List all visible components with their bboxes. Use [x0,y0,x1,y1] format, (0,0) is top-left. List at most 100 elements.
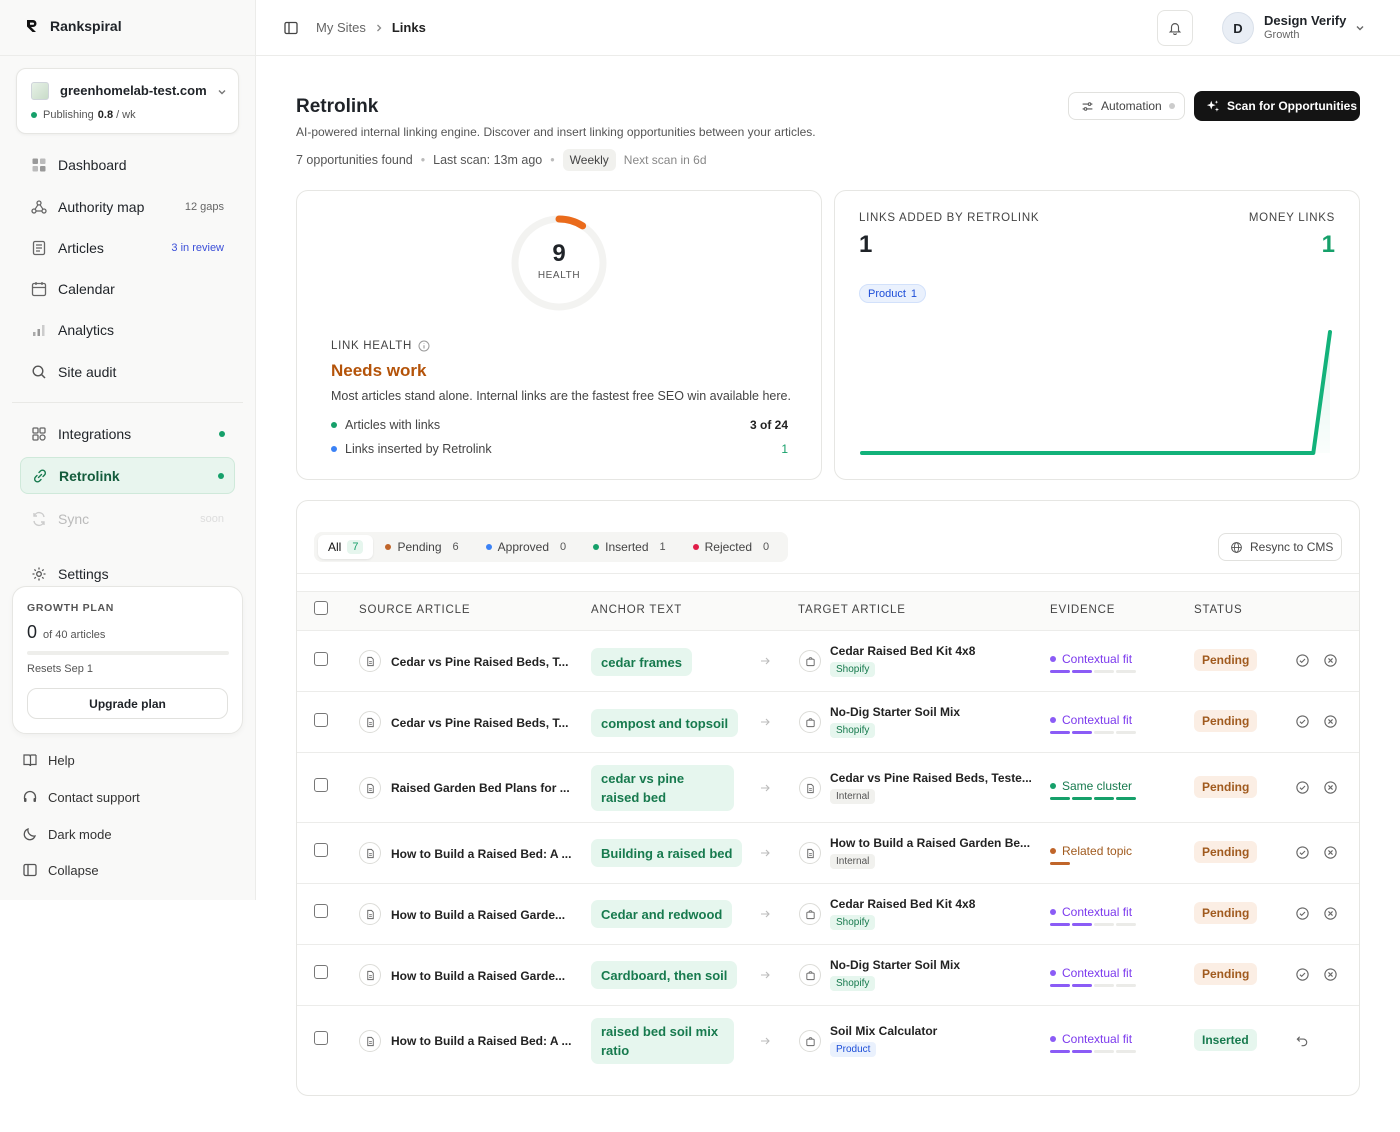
automation-button[interactable]: Automation [1068,92,1185,120]
table-row[interactable]: How to Build a Raised Bed: A ... Buildin… [297,823,1359,884]
approve-icon[interactable] [1295,714,1310,729]
upgrade-plan-button[interactable]: Upgrade plan [27,688,228,719]
notifications-button[interactable] [1157,10,1193,46]
sidebar-item-integrations[interactable]: Integrations [20,416,235,452]
dark-mode-toggle[interactable]: Dark mode [22,826,112,842]
filter-inserted[interactable]: Inserted 1 [583,535,680,559]
reject-icon[interactable] [1323,780,1338,795]
chevron-down-icon[interactable] [1354,22,1366,34]
info-icon[interactable] [418,340,430,352]
undo-icon[interactable] [1295,1033,1310,1048]
sidebar-item-analytics[interactable]: Analytics [20,312,235,348]
row-checkbox[interactable] [314,843,328,857]
scan-frequency[interactable]: Weekly [562,149,616,171]
approve-icon[interactable] [1295,845,1310,860]
table-row[interactable]: Cedar vs Pine Raised Beds, T... compost … [297,692,1359,753]
table-row[interactable]: Cedar vs Pine Raised Beds, T... cedar fr… [297,631,1359,692]
reject-icon[interactable] [1323,653,1338,668]
status-badge: Inserted [1194,1029,1257,1051]
source-article[interactable]: How to Build a Raised Bed: A ... [391,847,571,861]
filter-rejected[interactable]: Rejected 0 [683,535,785,559]
resync-to-cms-button[interactable]: Resync to CMS [1218,533,1342,561]
source-article[interactable]: Raised Garden Bed Plans for ... [391,781,570,795]
source-article[interactable]: Cedar vs Pine Raised Beds, T... [391,655,568,669]
site-favicon [31,82,49,100]
table-row[interactable]: Raised Garden Bed Plans for ... cedar vs… [297,753,1359,823]
row-checkbox[interactable] [314,778,328,792]
target-source-tag: Internal [830,789,876,804]
table-row[interactable]: How to Build a Raised Garde... Cedar and… [297,884,1359,945]
chart-area [862,332,1330,453]
app-logo[interactable]: Rankspiral [24,18,122,34]
source-article[interactable]: How to Build a Raised Garde... [391,969,565,983]
health-description: Most articles stand alone. Internal link… [331,389,791,403]
topbar: My Sites Links D Design Verify Growth [256,0,1400,56]
arrow-right-icon [761,657,770,665]
approve-icon[interactable] [1295,967,1310,982]
filter-all[interactable]: All 7 [318,535,374,559]
approve-icon[interactable] [1295,780,1310,795]
target-article[interactable]: No-Dig Starter Soil Mix [830,705,960,719]
table-header: SOURCE ARTICLE ANCHOR TEXT TARGET ARTICL… [297,591,1359,631]
sliders-icon [1082,101,1093,111]
contact-support-link[interactable]: Contact support [22,789,140,805]
row-checkbox[interactable] [314,965,328,979]
target-article[interactable]: No-Dig Starter Soil Mix [830,958,960,972]
avatar[interactable]: D [1222,12,1254,44]
row-checkbox[interactable] [314,1031,328,1045]
site-switcher[interactable]: greenhomelab-test.com Publishing 0.8 / w… [16,68,239,134]
sidebar-item-retrolink[interactable]: Retrolink [20,457,235,494]
source-article[interactable]: Cedar vs Pine Raised Beds, T... [391,716,568,730]
doc-icon [359,650,381,672]
source-article[interactable]: How to Build a Raised Garde... [391,908,565,922]
target-article[interactable]: Cedar Raised Bed Kit 4x8 [830,897,975,911]
row-checkbox[interactable] [314,713,328,727]
sparkle-icon [1206,100,1220,112]
anchor-text: cedar vs pine raised bed [591,765,734,811]
scan-meta: 7 opportunities found • Last scan: 13m a… [296,149,707,171]
target-article[interactable]: Cedar vs Pine Raised Beds, Teste... [830,771,1032,785]
collapse-sidebar-button[interactable]: Collapse [22,862,99,878]
select-all-checkbox[interactable] [314,601,328,615]
status-dot [31,112,37,118]
filter-dot [692,544,699,550]
filter-pending[interactable]: Pending 6 [375,535,473,559]
evidence: Same cluster [1050,779,1132,793]
row-checkbox[interactable] [314,652,328,666]
sidebar-item-authority-map[interactable]: Authority map 12 gaps [20,189,235,225]
sidebar-item-site-audit[interactable]: Site audit [20,354,235,390]
approve-icon[interactable] [1295,653,1310,668]
breadcrumb-my-sites[interactable]: My Sites [316,20,366,35]
plan-resets: Resets Sep 1 [27,663,94,675]
sidebar-item-calendar[interactable]: Calendar [20,271,235,307]
sidebar-toggle-icon[interactable] [283,20,299,36]
reject-icon[interactable] [1323,906,1338,921]
resync-label: Resync to CMS [1250,540,1334,554]
help-link[interactable]: Help [22,752,75,768]
contact-support-label: Contact support [48,789,140,805]
sidebar-item-label: Calendar [58,281,115,297]
evidence-dot [1050,717,1056,723]
scan-for-opportunities-button[interactable]: Scan for Opportunities [1194,91,1360,121]
target-article[interactable]: Cedar Raised Bed Kit 4x8 [830,644,975,658]
target-article[interactable]: Soil Mix Calculator [830,1024,937,1038]
filter-approved[interactable]: Approved 0 [476,535,582,559]
sidebar-item-dashboard[interactable]: Dashboard [20,147,235,183]
row-checkbox[interactable] [314,904,328,918]
source-article[interactable]: How to Build a Raised Bed: A ... [391,1034,571,1048]
sidebar-item-articles[interactable]: Articles 3 in review [20,230,235,266]
filter-dot [385,544,392,550]
reject-icon[interactable] [1323,967,1338,982]
doc-icon [359,711,381,733]
publishing-label: Publishing [43,109,94,121]
table-row[interactable]: How to Build a Raised Garde... Cardboard… [297,945,1359,1006]
user-name[interactable]: Design Verify [1264,13,1346,28]
link-health-label: LINK HEALTH [331,340,430,352]
reject-icon[interactable] [1323,714,1338,729]
filter-label: Approved [497,540,550,554]
stat-dot [331,422,337,428]
approve-icon[interactable] [1295,906,1310,921]
table-row[interactable]: How to Build a Raised Bed: A ... raised … [297,1006,1359,1076]
target-article[interactable]: How to Build a Raised Garden Be... [830,836,1030,850]
reject-icon[interactable] [1323,845,1338,860]
